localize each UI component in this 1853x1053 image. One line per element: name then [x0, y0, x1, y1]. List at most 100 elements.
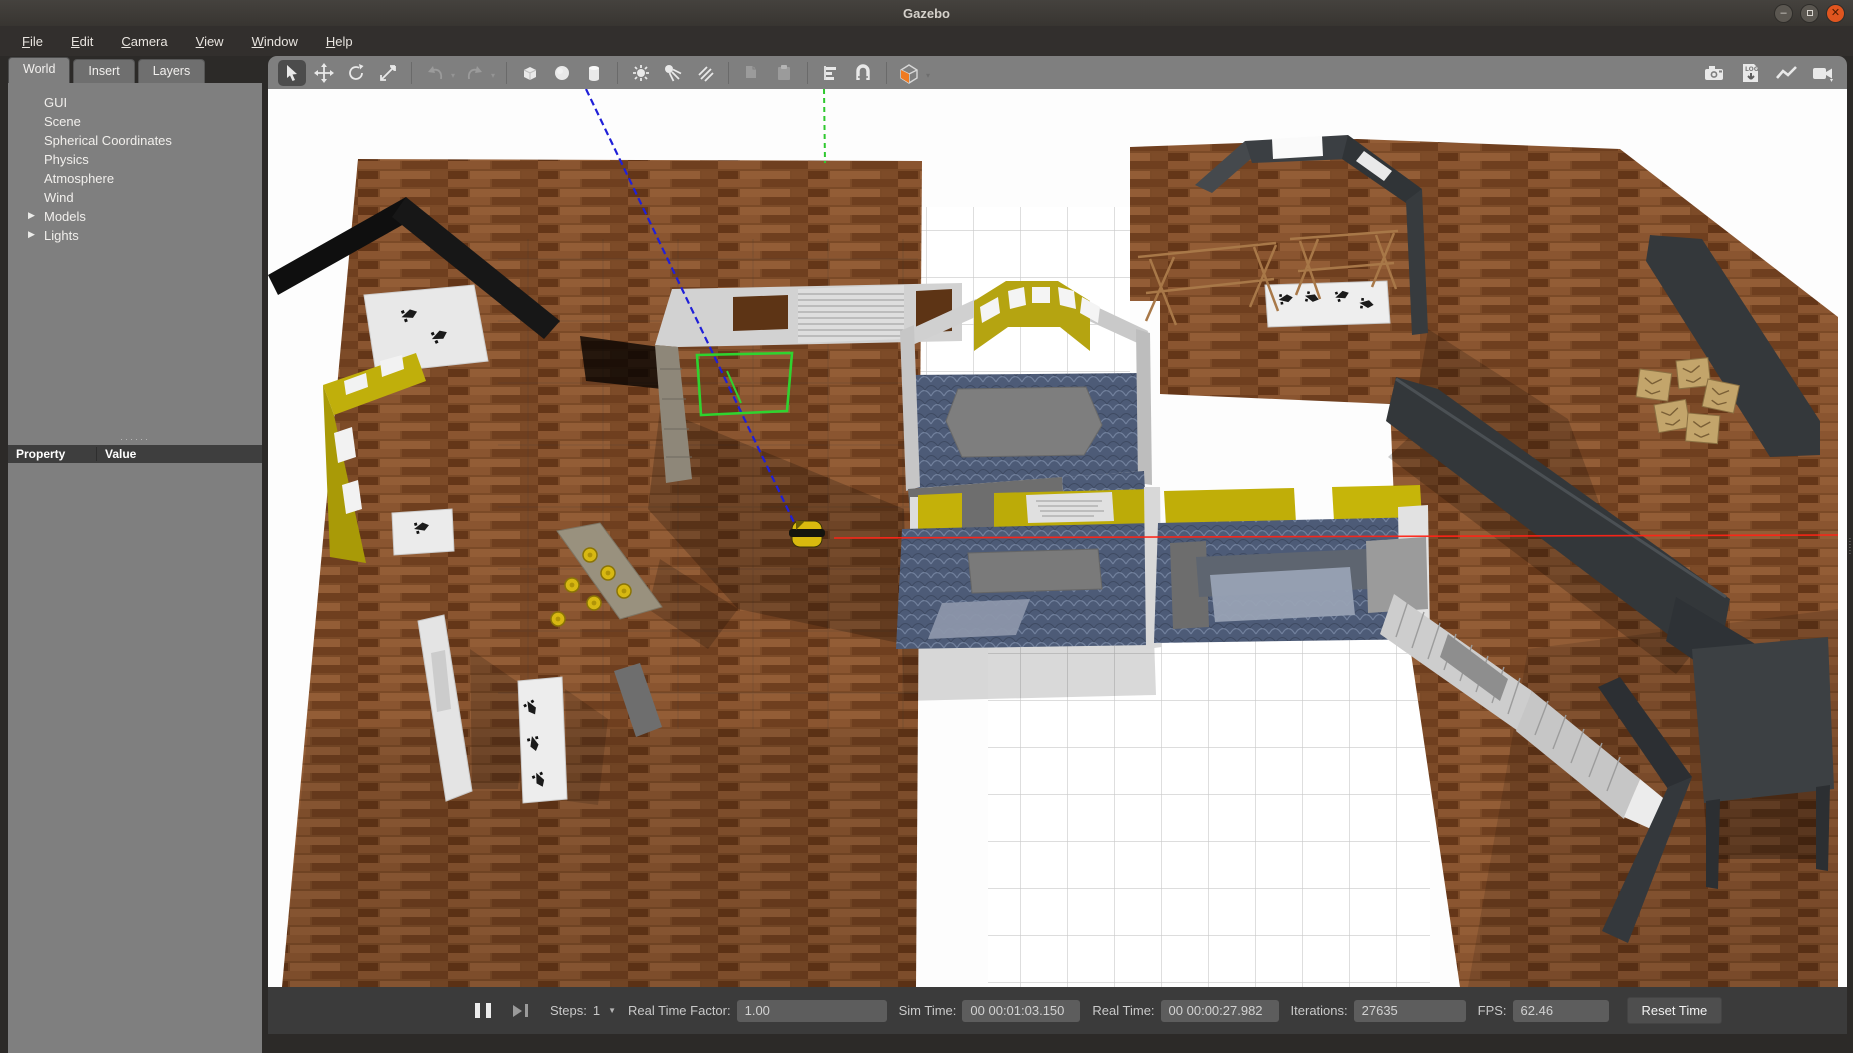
plot-button[interactable]: [1773, 60, 1801, 86]
steps-caret-icon[interactable]: ▼: [608, 1006, 616, 1015]
tree-item-gui[interactable]: GUI: [8, 93, 262, 112]
step-icon: [525, 1004, 528, 1017]
menu-view[interactable]: View: [184, 30, 236, 53]
property-table-body[interactable]: [8, 463, 262, 1053]
booth-drone-table[interactable]: [1265, 281, 1390, 327]
scale-tool-button[interactable]: [374, 60, 402, 86]
undo-button[interactable]: [421, 60, 449, 86]
directional-light-icon: [695, 63, 715, 83]
menu-window[interactable]: Window: [240, 30, 310, 53]
tree-item-atmosphere[interactable]: Atmosphere: [8, 169, 262, 188]
point-light-icon: [631, 63, 651, 83]
plot-line-icon: [1775, 63, 1799, 83]
redo-icon: [465, 63, 485, 83]
drone-display-table[interactable]: [518, 677, 567, 803]
world-tree: GUISceneSpherical CoordinatesPhysicsAtmo…: [8, 83, 262, 435]
real-time-field: 00 00:00:27.982: [1161, 1000, 1279, 1022]
meeting-room-left[interactable]: [896, 489, 1154, 649]
select-icon: [282, 63, 302, 83]
view-angle-icon: [898, 62, 922, 84]
copy-icon: [742, 63, 762, 83]
log-file-icon: LOG: [1740, 62, 1762, 84]
tree-item-models[interactable]: ▶Models: [8, 207, 262, 226]
close-button[interactable]: ✕: [1826, 4, 1845, 23]
iterations-label: Iterations:: [1291, 1003, 1348, 1018]
reset-time-button[interactable]: Reset Time: [1627, 997, 1723, 1024]
steps-value[interactable]: 1: [593, 1003, 600, 1018]
redo-button[interactable]: [461, 60, 489, 86]
box-tool-button[interactable]: [516, 60, 544, 86]
tab-world[interactable]: World: [8, 57, 70, 83]
copy-button[interactable]: [738, 60, 766, 86]
sim-time-label: Sim Time:: [899, 1003, 957, 1018]
presentation-table-topleft[interactable]: [364, 285, 488, 373]
view-angle-button[interactable]: [896, 60, 924, 86]
maximize-button[interactable]: [1800, 4, 1819, 23]
tree-item-lights[interactable]: ▶Lights: [8, 226, 262, 245]
fps-field: 62.46: [1513, 1000, 1609, 1022]
viewport-3d[interactable]: ······: [268, 89, 1847, 987]
sim-time-field: 00 00:01:03.150: [962, 1000, 1080, 1022]
translate-tool-button[interactable]: [310, 60, 338, 86]
property-table-header: Property Value: [8, 445, 262, 463]
panel-splitter[interactable]: ······: [8, 435, 262, 445]
expand-arrow-icon[interactable]: ▶: [28, 210, 35, 221]
log-record-button[interactable]: LOG: [1737, 60, 1765, 86]
cylinder-tool-button[interactable]: [580, 60, 608, 86]
menu-camera[interactable]: Camera: [109, 30, 179, 53]
rtf-label: Real Time Factor:: [628, 1003, 731, 1018]
rotate-icon: [346, 63, 366, 83]
right-panel-splitter[interactable]: ······: [1847, 89, 1853, 987]
menu-help[interactable]: Help: [314, 30, 365, 53]
video-record-button[interactable]: [1809, 60, 1837, 86]
tab-layers[interactable]: Layers: [138, 59, 206, 83]
robot-model[interactable]: [789, 521, 825, 547]
snap-tool-button[interactable]: [849, 60, 877, 86]
real-time-label: Real Time:: [1092, 1003, 1154, 1018]
small-white-table[interactable]: [392, 509, 454, 555]
tab-insert[interactable]: Insert: [73, 59, 134, 83]
scale-icon: [378, 63, 398, 83]
window-bottom-edge: [268, 1034, 1847, 1050]
step-button[interactable]: [513, 1004, 528, 1017]
point-light-button[interactable]: [627, 60, 655, 86]
align-tool-button[interactable]: [817, 60, 845, 86]
maximize-icon: [1807, 10, 1813, 16]
tree-item-wind[interactable]: Wind: [8, 188, 262, 207]
panel-tabs: WorldInsertLayers: [8, 57, 262, 83]
tree-item-scene[interactable]: Scene: [8, 112, 262, 131]
iterations-field: 27635: [1354, 1000, 1466, 1022]
menu-edit[interactable]: Edit: [59, 30, 105, 53]
undo-history-caret[interactable]: ▾: [451, 71, 455, 80]
expand-arrow-icon[interactable]: ▶: [28, 229, 35, 240]
align-icon: [821, 63, 841, 83]
fps-label: FPS:: [1478, 1003, 1507, 1018]
tree-item-physics[interactable]: Physics: [8, 150, 262, 169]
select-tool-button[interactable]: [278, 60, 306, 86]
box-icon: [520, 63, 540, 83]
tree-item-spherical-coordinates[interactable]: Spherical Coordinates: [8, 131, 262, 150]
rotate-tool-button[interactable]: [342, 60, 370, 86]
redo-history-caret[interactable]: ▾: [491, 71, 495, 80]
world-panel: GUISceneSpherical CoordinatesPhysicsAtmo…: [8, 83, 262, 1053]
spot-light-button[interactable]: [659, 60, 687, 86]
rtf-field: 1.00: [737, 1000, 887, 1022]
axis-green-y: [824, 89, 825, 163]
pause-button[interactable]: [473, 1003, 493, 1018]
viewport-3d-scene[interactable]: [268, 89, 1847, 987]
window-title: Gazebo: [0, 6, 1853, 21]
screenshot-button[interactable]: [1701, 60, 1729, 86]
svg-text:LOG: LOG: [1745, 66, 1759, 73]
menu-file[interactable]: File: [10, 30, 55, 53]
directional-light-button[interactable]: [691, 60, 719, 86]
snap-icon: [853, 63, 873, 83]
step-icon: [513, 1005, 522, 1017]
sphere-tool-button[interactable]: [548, 60, 576, 86]
view-angle-caret[interactable]: ▾: [926, 71, 930, 80]
paste-button[interactable]: [770, 60, 798, 86]
cylinder-icon: [584, 63, 604, 83]
paste-icon: [774, 63, 794, 83]
camera-icon: [1703, 63, 1727, 83]
minimize-button[interactable]: –: [1774, 4, 1793, 23]
menu-bar: FileEditCameraViewWindowHelp: [0, 26, 1853, 56]
